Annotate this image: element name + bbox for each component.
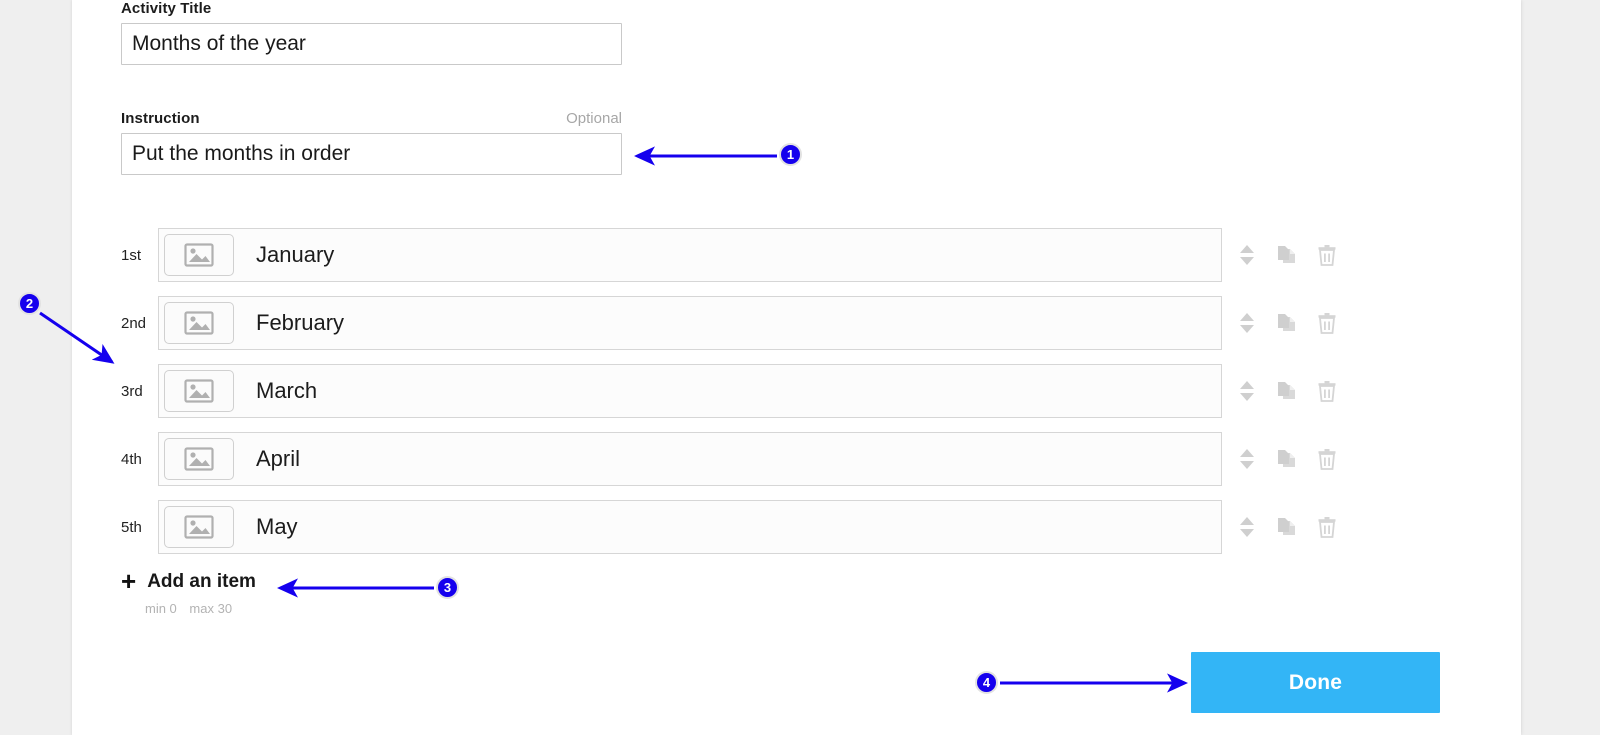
- plus-icon: +: [121, 566, 137, 596]
- image-placeholder-icon[interactable]: [164, 302, 234, 344]
- duplicate-icon[interactable]: [1276, 310, 1298, 336]
- image-placeholder-glyph: [184, 515, 214, 539]
- item-row-actions: [1236, 500, 1356, 554]
- item-text[interactable]: April: [256, 446, 300, 472]
- item-ordinal: 5th: [121, 518, 142, 536]
- image-placeholder-glyph: [184, 447, 214, 471]
- instruction-input[interactable]: [121, 133, 622, 175]
- min-max-hint: min 0 max 30: [145, 601, 256, 616]
- item-box: April: [158, 432, 1222, 486]
- sort-updown-icon[interactable]: [1236, 378, 1258, 404]
- add-item-label: Add an item: [147, 571, 256, 592]
- instruction-label-row: Instruction Optional: [121, 110, 622, 127]
- trash-icon[interactable]: [1316, 310, 1338, 336]
- item-box: May: [158, 500, 1222, 554]
- done-button[interactable]: Done: [1191, 652, 1440, 713]
- annotation-badge-2: 2: [18, 292, 41, 315]
- item-ordinal: 4th: [121, 450, 142, 468]
- instruction-optional-label: Optional: [566, 110, 622, 127]
- item-box: February: [158, 296, 1222, 350]
- trash-icon[interactable]: [1316, 242, 1338, 268]
- item-ordinal: 2nd: [121, 314, 147, 332]
- item-ordinal: 1st: [121, 246, 142, 264]
- trash-icon[interactable]: [1316, 446, 1338, 472]
- image-placeholder-glyph: [184, 311, 214, 335]
- item-row-actions: [1236, 296, 1356, 350]
- sort-updown-icon[interactable]: [1236, 446, 1258, 472]
- item-text[interactable]: May: [256, 514, 298, 540]
- item-row: 2nd February: [72, 296, 1521, 350]
- item-row-actions: [1236, 364, 1356, 418]
- activity-title-label-row: Activity Title: [121, 0, 622, 17]
- item-row: 1st January: [72, 228, 1521, 282]
- activity-title-block: Activity Title: [121, 0, 622, 65]
- trash-icon[interactable]: [1316, 514, 1338, 540]
- image-placeholder-glyph: [184, 379, 214, 403]
- image-placeholder-icon[interactable]: [164, 506, 234, 548]
- sort-updown-icon[interactable]: [1236, 514, 1258, 540]
- duplicate-icon[interactable]: [1276, 378, 1298, 404]
- item-row: 5th May: [72, 500, 1521, 554]
- items-list: 1st January 2nd February 3rd March 4th A…: [72, 228, 1521, 568]
- item-text[interactable]: March: [256, 378, 317, 404]
- item-row: 4th April: [72, 432, 1521, 486]
- item-text[interactable]: January: [256, 242, 334, 268]
- max-label: max 30: [189, 601, 233, 616]
- image-placeholder-icon[interactable]: [164, 438, 234, 480]
- instruction-block: Instruction Optional: [121, 110, 622, 175]
- min-label: min 0: [145, 601, 177, 616]
- item-row: 3rd March: [72, 364, 1521, 418]
- activity-title-input[interactable]: [121, 23, 622, 65]
- sort-updown-icon[interactable]: [1236, 242, 1258, 268]
- activity-title-label: Activity Title: [121, 0, 212, 17]
- trash-icon[interactable]: [1316, 378, 1338, 404]
- item-row-actions: [1236, 432, 1356, 486]
- add-item-row[interactable]: + Add an item: [121, 566, 256, 596]
- instruction-label: Instruction: [121, 110, 200, 127]
- sort-updown-icon[interactable]: [1236, 310, 1258, 336]
- item-row-actions: [1236, 228, 1356, 282]
- duplicate-icon[interactable]: [1276, 446, 1298, 472]
- item-box: January: [158, 228, 1222, 282]
- duplicate-icon[interactable]: [1276, 514, 1298, 540]
- image-placeholder-glyph: [184, 243, 214, 267]
- image-placeholder-icon[interactable]: [164, 370, 234, 412]
- activity-editor-panel: Activity Title Instruction Optional 1st …: [72, 0, 1521, 735]
- item-text[interactable]: February: [256, 310, 344, 336]
- item-box: March: [158, 364, 1222, 418]
- duplicate-icon[interactable]: [1276, 242, 1298, 268]
- item-ordinal: 3rd: [121, 382, 143, 400]
- image-placeholder-icon[interactable]: [164, 234, 234, 276]
- add-item-block: + Add an item min 0 max 30: [121, 566, 256, 616]
